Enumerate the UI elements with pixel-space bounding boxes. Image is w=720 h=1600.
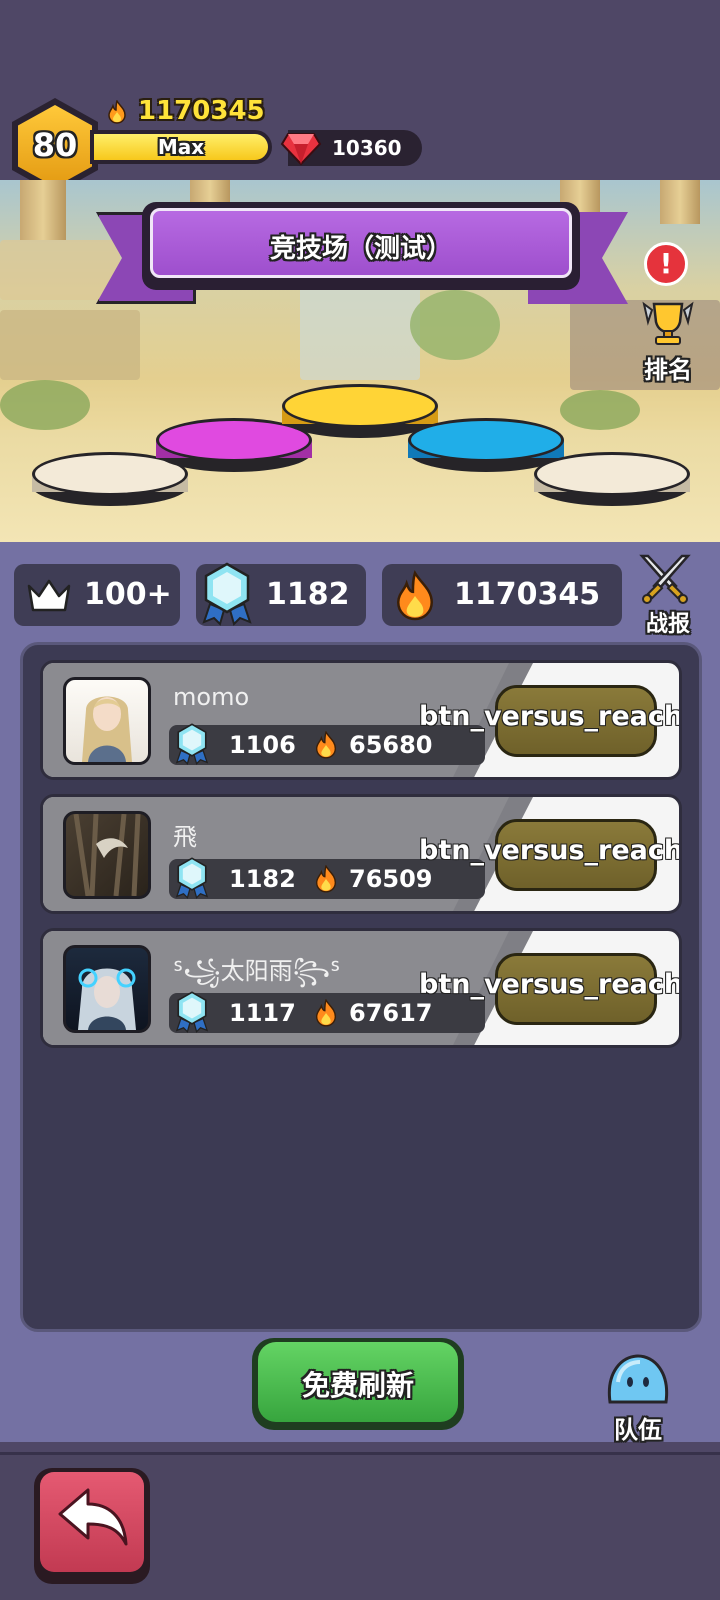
- ranking-label[interactable]: 排名: [628, 350, 708, 385]
- avatar[interactable]: [63, 677, 151, 765]
- rank-value: 100+: [84, 577, 172, 612]
- ruby-icon: [280, 133, 322, 166]
- back-arrow-icon[interactable]: [54, 1484, 132, 1556]
- flame-icon: [315, 731, 337, 759]
- trophy-stat: 1182: [196, 562, 366, 626]
- page-title: 竞技场（测试）: [269, 234, 452, 264]
- crown-icon: [27, 579, 71, 612]
- crystal-medal-icon: [175, 991, 209, 1033]
- exp-label: Max: [157, 135, 205, 159]
- flame-icon: [315, 999, 337, 1027]
- opponent-row: 飛 1182 76509 btn_versus_reach_m: [40, 794, 682, 914]
- player-name: momo: [173, 683, 250, 711]
- crystal-medal-icon: [202, 562, 252, 626]
- crystal-medal-icon: [175, 723, 209, 765]
- avatar[interactable]: [63, 945, 151, 1033]
- power-stat: 1170345: [382, 564, 622, 626]
- opponent-row: ᔆ꧁太阳雨꧂ᔆ 1117 67617 btn_versus_reach_m: [40, 928, 682, 1048]
- flame-icon: [397, 570, 433, 621]
- challenge-button-label[interactable]: btn_versus_reach_m: [419, 701, 679, 732]
- flame-icon: [315, 865, 337, 893]
- crystal-medal-icon: [175, 857, 209, 899]
- opponent-row: momo 1106 65680 btn_versus_reach_m: [40, 660, 682, 780]
- team-label[interactable]: 队伍: [596, 1410, 680, 1445]
- gem-count: 10360: [332, 136, 402, 160]
- challenge-button-label[interactable]: btn_versus_reach_m: [419, 835, 679, 866]
- header-power-value: 1170345: [138, 96, 265, 126]
- exclamation-icon[interactable]: !: [644, 242, 688, 286]
- podium-right: [534, 452, 690, 512]
- player-trophies: 1182: [229, 865, 296, 893]
- trophy-value: 1182: [266, 577, 350, 612]
- crossed-swords-icon[interactable]: [636, 552, 694, 606]
- avatar[interactable]: [63, 811, 151, 899]
- battle-report-label[interactable]: 战报: [628, 606, 708, 638]
- player-trophies: 1106: [229, 731, 296, 759]
- refresh-button-label[interactable]: 免费刷新: [258, 1364, 458, 1404]
- flame-icon: [108, 100, 126, 124]
- rank-stat: 100+: [14, 564, 180, 626]
- power-value: 1170345: [454, 577, 601, 612]
- blob-creature-icon[interactable]: [604, 1352, 672, 1406]
- player-name: 飛: [173, 823, 197, 851]
- trophy-cup-icon[interactable]: [640, 298, 696, 346]
- player-trophies: 1117: [229, 999, 296, 1027]
- challenge-button-label[interactable]: btn_versus_reach_m: [419, 969, 679, 1000]
- level-number: 80: [32, 126, 78, 164]
